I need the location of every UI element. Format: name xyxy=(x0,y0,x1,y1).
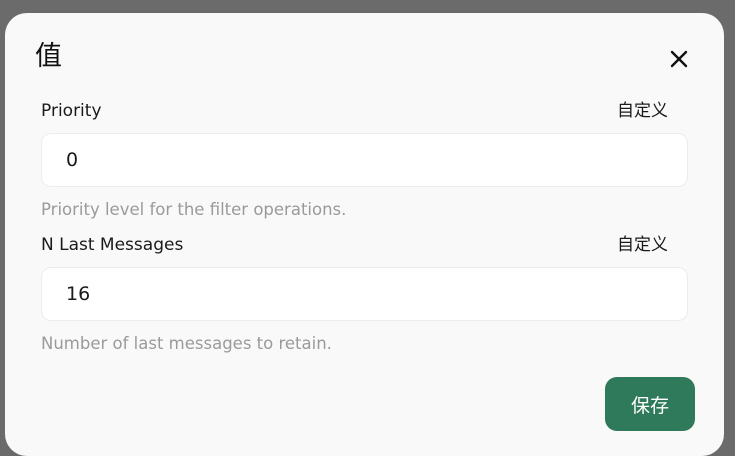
priority-label: Priority xyxy=(41,101,102,121)
priority-help-text: Priority level for the filter operations… xyxy=(41,200,347,219)
priority-input[interactable] xyxy=(41,133,688,187)
n-last-messages-input[interactable] xyxy=(41,267,688,321)
n-last-messages-help-text: Number of last messages to retain. xyxy=(41,334,332,353)
n-last-messages-custom-toggle[interactable]: 自定义 xyxy=(617,235,668,255)
close-icon xyxy=(670,50,688,68)
close-button[interactable] xyxy=(667,47,691,71)
valves-dialog: 值 Priority 自定义 Priority level for the fi… xyxy=(5,13,724,456)
dialog-title: 值 xyxy=(35,41,62,72)
save-button[interactable]: 保存 xyxy=(605,377,695,431)
n-last-messages-label: N Last Messages xyxy=(41,235,184,255)
priority-custom-toggle[interactable]: 自定义 xyxy=(617,101,668,121)
